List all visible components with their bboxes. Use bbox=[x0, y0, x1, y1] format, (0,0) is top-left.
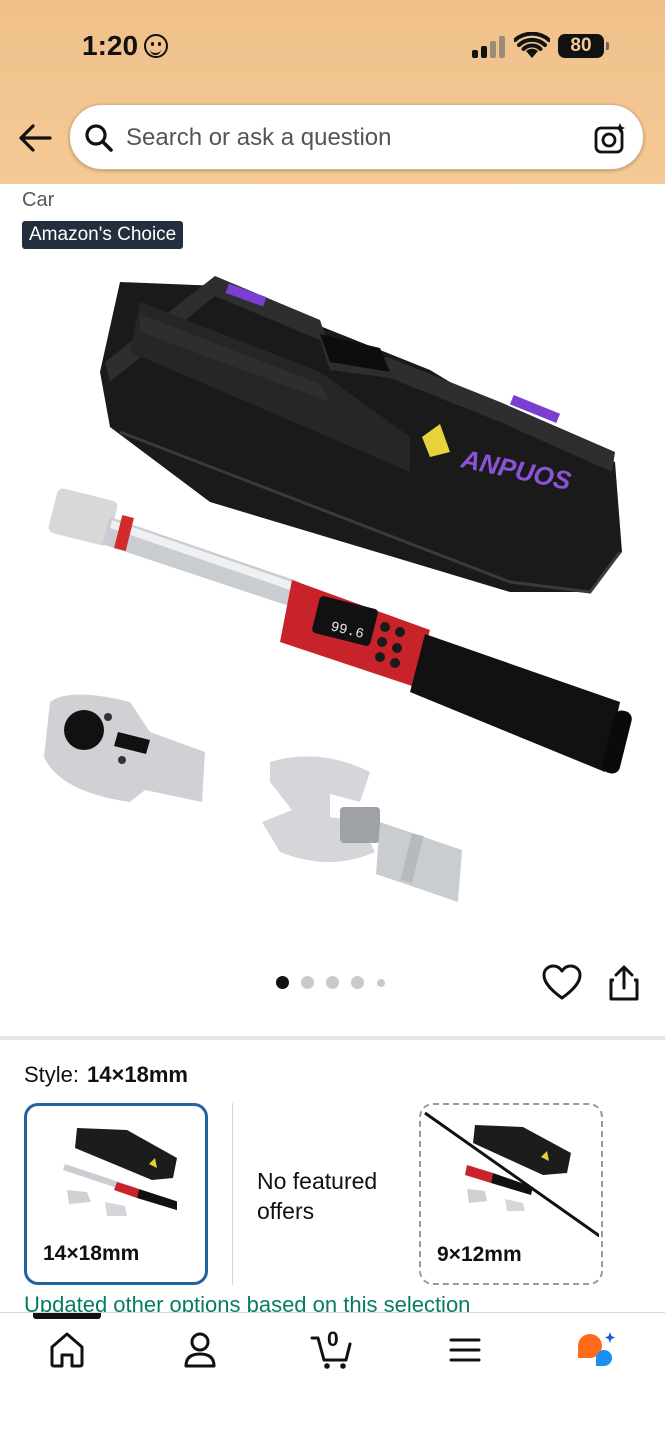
active-tab-indicator bbox=[33, 1313, 101, 1319]
rufus-icon bbox=[578, 1332, 615, 1366]
search-icon bbox=[85, 124, 113, 152]
home-icon bbox=[50, 1332, 84, 1368]
style-option-label: 14×18mm bbox=[43, 1242, 140, 1265]
top-header: 1:20 80 bbox=[0, 0, 665, 184]
no-featured-offers-text[interactable]: No featured offers bbox=[257, 1166, 407, 1226]
signal-icon bbox=[472, 36, 506, 58]
nav-account[interactable] bbox=[178, 1328, 222, 1372]
back-arrow-icon[interactable] bbox=[18, 122, 52, 154]
status-bar: 1:20 80 bbox=[0, 26, 665, 66]
option-thumbnail bbox=[424, 1111, 599, 1237]
option-separator bbox=[232, 1103, 233, 1285]
carousel-dot[interactable] bbox=[301, 976, 314, 989]
smiley-icon bbox=[144, 34, 168, 58]
option-thumbnail bbox=[63, 1128, 177, 1216]
style-option-9x12[interactable]: 9×12mm bbox=[419, 1103, 603, 1285]
share-icon[interactable] bbox=[606, 964, 642, 1002]
battery-indicator: 80 bbox=[558, 34, 609, 58]
camera-search-icon[interactable] bbox=[593, 121, 627, 155]
product-image[interactable]: ANPUOS 99.6 bbox=[30, 262, 640, 912]
amazons-choice-badge[interactable]: Amazon's Choice bbox=[22, 221, 184, 249]
style-selected-value: 14×18mm bbox=[87, 1062, 188, 1087]
cart-count: 0 bbox=[327, 1328, 339, 1351]
wifi-icon bbox=[514, 32, 550, 58]
nav-rufus[interactable] bbox=[574, 1328, 618, 1372]
menu-icon bbox=[449, 1338, 481, 1362]
carousel-dot[interactable] bbox=[326, 976, 339, 989]
wishlist-heart-icon[interactable] bbox=[542, 964, 582, 1002]
search-input[interactable] bbox=[126, 121, 566, 155]
status-time: 1:20 bbox=[82, 30, 139, 61]
product-title[interactable]: Car bbox=[22, 189, 54, 212]
style-option-label: 9×12mm bbox=[437, 1243, 522, 1266]
carousel-dot[interactable] bbox=[276, 976, 289, 989]
search-bar[interactable] bbox=[69, 104, 644, 170]
nav-menu[interactable] bbox=[443, 1328, 487, 1372]
section-divider bbox=[0, 1036, 665, 1040]
style-label: Style: bbox=[24, 1062, 80, 1087]
account-icon bbox=[184, 1332, 216, 1368]
nav-home[interactable] bbox=[45, 1328, 89, 1372]
style-heading: Style: 14×18mm bbox=[24, 1062, 188, 1088]
style-option-14x18[interactable]: 14×18mm bbox=[24, 1103, 208, 1285]
ratchet-head bbox=[44, 694, 205, 802]
carousel-dot[interactable] bbox=[351, 976, 364, 989]
carousel-dot[interactable] bbox=[377, 979, 385, 987]
adjustable-wrench-head bbox=[262, 756, 462, 902]
